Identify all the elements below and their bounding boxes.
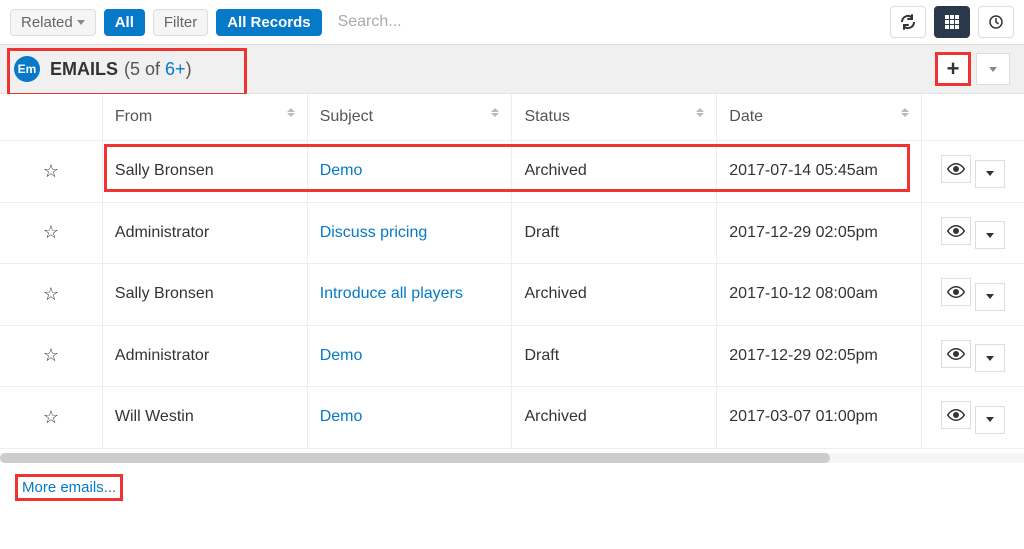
cell-date: 2017-12-29 02:05pm: [717, 202, 922, 264]
scrollbar-thumb[interactable]: [0, 453, 830, 463]
clock-icon: [988, 14, 1004, 30]
eye-icon: [947, 408, 965, 422]
column-favorite: [0, 94, 102, 141]
eye-icon: [947, 224, 965, 238]
grid-view-button[interactable]: [934, 6, 970, 38]
cell-date: 2017-10-12 08:00am: [717, 264, 922, 326]
star-icon[interactable]: ☆: [43, 345, 59, 366]
cell-status: Draft: [512, 325, 717, 387]
chevron-down-icon: [986, 233, 994, 238]
row-menu-button[interactable]: [975, 221, 1005, 249]
column-from[interactable]: From: [102, 94, 307, 141]
refresh-button[interactable]: [890, 6, 926, 38]
table-row[interactable]: ☆ Administrator Discuss pricing Draft2017-1…: [0, 202, 1024, 264]
row-menu-button[interactable]: [975, 344, 1005, 372]
refresh-icon: [900, 14, 916, 30]
plus-icon: +: [947, 58, 960, 80]
related-label: Related: [21, 14, 73, 31]
preview-button[interactable]: [941, 278, 971, 306]
cell-from: Sally Bronsen: [102, 264, 307, 326]
chevron-down-icon: [989, 67, 997, 72]
all-button[interactable]: All: [104, 9, 145, 36]
panel-header: Em EMAILS (5 of 6+) +: [0, 45, 1024, 94]
table-row[interactable]: ☆ Will Westin Demo Archived2017-03-07 01:00…: [0, 387, 1024, 449]
eye-icon: [947, 162, 965, 176]
entity-badge: Em: [14, 56, 40, 82]
filter-button[interactable]: Filter: [153, 9, 208, 36]
panel-title: EMAILS: [50, 59, 118, 80]
all-records-button[interactable]: All Records: [216, 9, 321, 36]
column-status[interactable]: Status: [512, 94, 717, 141]
column-date[interactable]: Date: [717, 94, 922, 141]
sort-icon: [287, 108, 295, 117]
cell-from: Will Westin: [102, 387, 307, 449]
star-icon[interactable]: ☆: [43, 222, 59, 243]
table-row[interactable]: ☆ Sally Bronsen Introduce all players Archi…: [0, 264, 1024, 326]
cell-date: 2017-07-14 05:45am: [717, 141, 922, 203]
column-subject[interactable]: Subject: [307, 94, 512, 141]
related-dropdown[interactable]: Related: [10, 9, 96, 36]
row-menu-button[interactable]: [975, 406, 1005, 434]
cell-date: 2017-12-29 02:05pm: [717, 325, 922, 387]
preview-button[interactable]: [941, 340, 971, 368]
chevron-down-icon: [986, 294, 994, 299]
subject-link[interactable]: Demo: [320, 347, 363, 364]
chevron-down-icon: [77, 20, 85, 25]
activity-view-button[interactable]: [978, 6, 1014, 38]
cell-status: Archived: [512, 141, 717, 203]
cell-from: Sally Bronsen: [102, 141, 307, 203]
sort-icon: [696, 108, 704, 117]
cell-status: Draft: [512, 202, 717, 264]
row-menu-button[interactable]: [975, 283, 1005, 311]
star-icon[interactable]: ☆: [43, 407, 59, 428]
panel-count: (5 of 6+): [124, 59, 192, 80]
row-menu-button[interactable]: [975, 160, 1005, 188]
chevron-down-icon: [986, 356, 994, 361]
chevron-down-icon: [986, 417, 994, 422]
table-row[interactable]: ☆ Administrator Demo Draft2017-12-29 02:05p…: [0, 325, 1024, 387]
horizontal-scrollbar[interactable]: [0, 453, 1024, 463]
subject-link[interactable]: Discuss pricing: [320, 224, 428, 241]
grid-icon: [944, 14, 960, 30]
add-button[interactable]: +: [936, 53, 970, 85]
panel-menu-button[interactable]: [976, 53, 1010, 85]
star-icon[interactable]: ☆: [43, 161, 59, 182]
cell-status: Archived: [512, 264, 717, 326]
top-toolbar: Related All Filter All Records: [0, 0, 1024, 45]
emails-table: From Subject Status Date ☆ Sally Bronsen D…: [0, 94, 1024, 449]
eye-icon: [947, 347, 965, 361]
chevron-down-icon: [986, 171, 994, 176]
subject-link[interactable]: Introduce all players: [320, 285, 463, 302]
table-row[interactable]: ☆ Sally Bronsen Demo Archived2017-07-14 05:…: [0, 141, 1024, 203]
cell-date: 2017-03-07 01:00pm: [717, 387, 922, 449]
subject-link[interactable]: Demo: [320, 162, 363, 179]
search-input[interactable]: [330, 7, 882, 37]
column-actions: [922, 94, 1024, 141]
preview-button[interactable]: [941, 155, 971, 183]
cell-from: Administrator: [102, 325, 307, 387]
star-icon[interactable]: ☆: [43, 284, 59, 305]
eye-icon: [947, 285, 965, 299]
preview-button[interactable]: [941, 401, 971, 429]
count-link[interactable]: 6+: [165, 59, 186, 79]
cell-from: Administrator: [102, 202, 307, 264]
sort-icon: [901, 108, 909, 117]
subject-link[interactable]: Demo: [320, 408, 363, 425]
more-emails-link[interactable]: More emails...: [16, 475, 122, 500]
sort-icon: [491, 108, 499, 117]
preview-button[interactable]: [941, 217, 971, 245]
cell-status: Archived: [512, 387, 717, 449]
